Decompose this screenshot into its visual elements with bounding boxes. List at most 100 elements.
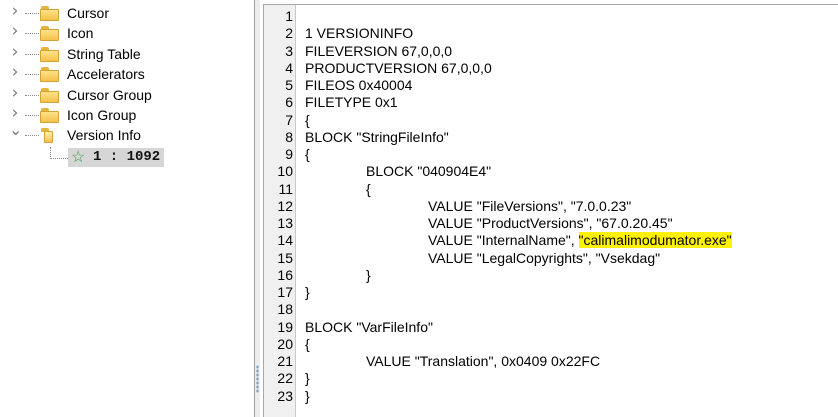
tree-connector — [25, 33, 39, 35]
folder-icon — [40, 108, 59, 123]
line-number: 8 — [285, 128, 293, 145]
chevron-right-icon[interactable]: › — [9, 105, 21, 122]
line-number: 16 — [277, 266, 293, 283]
line-number: 12 — [277, 197, 293, 214]
line-number: 3 — [285, 42, 293, 59]
line-number: 19 — [277, 318, 293, 335]
code-line: { — [305, 336, 310, 353]
tree-item-label: Cursor — [67, 5, 110, 21]
code-line: BLOCK "StringFileInfo" — [305, 129, 449, 146]
code-line: FILEVERSION 67,0,0,0 — [305, 43, 452, 60]
tree-connector — [25, 53, 39, 55]
code-text: VALUE "LegalCopyrights", "Vsekdag" — [428, 249, 661, 266]
line-number: 20 — [277, 335, 293, 352]
tree-item[interactable]: › Accelerators — [0, 64, 254, 85]
chevron-right-icon[interactable]: › — [9, 23, 21, 40]
code-line: } — [366, 267, 371, 284]
code-text: } — [305, 387, 310, 404]
line-number: 7 — [285, 111, 293, 128]
code-text: VALUE "ProductVersions", "67.0.20.45" — [428, 215, 673, 231]
tree-item[interactable]: › Cursor — [0, 3, 254, 24]
code-text: } — [366, 266, 371, 283]
line-number: 2 — [285, 25, 293, 42]
line-number: 5 — [285, 77, 293, 93]
chevron-down-icon[interactable]: ⌄ — [9, 122, 22, 138]
code-text: BLOCK "040904E4" — [366, 163, 492, 180]
tree-item-label: String Table — [67, 45, 141, 62]
line-number: 15 — [277, 249, 293, 266]
code-text: { — [305, 335, 310, 352]
code-text: { — [305, 146, 310, 162]
line-number: 6 — [285, 94, 293, 111]
folder-icon — [40, 87, 59, 103]
tree-item[interactable]: › Icon Group — [0, 105, 254, 126]
tree-item[interactable]: › Cursor Group — [0, 84, 254, 106]
code-text: FILEOS 0x40004 — [305, 77, 413, 93]
code-text: } — [305, 370, 310, 387]
code-line: { — [366, 181, 371, 198]
code-line: VALUE "FileVersions", "7.0.0.23" — [428, 198, 631, 215]
tree-item[interactable]: › Icon — [0, 23, 254, 44]
star-icon: ☆ — [71, 149, 86, 166]
code-text: PRODUCTVERSION 67,0,0,0 — [305, 59, 492, 76]
code-text: } — [305, 284, 310, 300]
code-text: { — [366, 180, 371, 197]
chevron-right-icon[interactable]: › — [9, 43, 21, 60]
resource-tree[interactable]: › Cursor › Icon › String Table › Accelerators › C… — [0, 0, 255, 417]
code-line: PRODUCTVERSION 67,0,0,0 — [305, 60, 492, 77]
line-number: 21 — [277, 353, 293, 369]
tree-connector — [25, 13, 39, 14]
tree-item-label: Icon — [67, 25, 94, 42]
tree-connector — [25, 94, 39, 96]
folder-icon — [40, 67, 59, 83]
code-text: { — [305, 111, 310, 128]
code-text: FILETYPE 0x1 — [305, 94, 398, 111]
tree-connector — [25, 115, 39, 116]
code-line: VALUE "InternalName", "calimalimodumator… — [428, 232, 732, 249]
tree-item-label: Cursor Group — [67, 86, 152, 103]
code-line: } — [305, 388, 310, 405]
code-line: { — [305, 112, 310, 129]
code-line: BLOCK "040904E4" — [366, 163, 491, 180]
tree-item-label: 1 : 1092 — [93, 149, 161, 165]
chevron-right-icon[interactable]: › — [9, 3, 21, 20]
tree-connector — [50, 158, 68, 159]
code-line: } — [305, 370, 310, 387]
code-line: FILETYPE 0x1 — [305, 94, 398, 111]
tree-item[interactable]: ⌄ Version Info — [0, 122, 254, 146]
line-number: 17 — [277, 284, 293, 300]
code-line: 1 VERSIONINFO — [305, 25, 413, 42]
tree-item-label: Icon Group — [67, 107, 137, 123]
splitter-grip-icon[interactable] — [256, 365, 259, 393]
code-text: FILEVERSION 67,0,0,0 — [305, 42, 453, 59]
tree-item[interactable]: › String Table — [0, 43, 254, 65]
line-number: 1 — [285, 8, 293, 24]
line-number: 9 — [285, 146, 293, 162]
line-number: 18 — [277, 301, 293, 318]
open-folder-icon — [40, 128, 59, 144]
tree-item-version-resource[interactable]: ☆ 1 : 1092 — [68, 148, 164, 167]
folder-icon — [40, 6, 59, 21]
line-number: 14 — [277, 232, 293, 249]
line-number: 10 — [277, 163, 293, 180]
chevron-right-icon[interactable]: › — [9, 64, 21, 81]
highlighted-text: "calimalimodumator.exe" — [578, 232, 732, 249]
code-text: VALUE "Translation", 0x0409 0x22FC — [366, 353, 601, 369]
line-number: 13 — [277, 215, 293, 231]
code-text: VALUE "InternalName", — [428, 232, 579, 249]
code-line: VALUE "LegalCopyrights", "Vsekdag" — [428, 250, 660, 267]
code-text: VALUE "FileVersions", "7.0.0.23" — [428, 197, 632, 214]
code-text: BLOCK "VarFileInfo" — [305, 318, 433, 335]
line-number: 23 — [277, 387, 293, 404]
chevron-right-icon[interactable]: › — [9, 84, 21, 101]
folder-icon — [40, 46, 59, 62]
line-number: 4 — [285, 59, 293, 76]
tree-item-label: Version Info — [67, 127, 141, 144]
code-line: { — [305, 146, 310, 163]
code-line: FILEOS 0x40004 — [305, 77, 412, 94]
code-text: 1 VERSIONINFO — [305, 25, 414, 42]
code-text: BLOCK "StringFileInfo" — [305, 128, 449, 145]
tree-item-label: Accelerators — [67, 66, 145, 83]
folder-icon — [40, 26, 59, 42]
code-line: } — [305, 284, 310, 301]
